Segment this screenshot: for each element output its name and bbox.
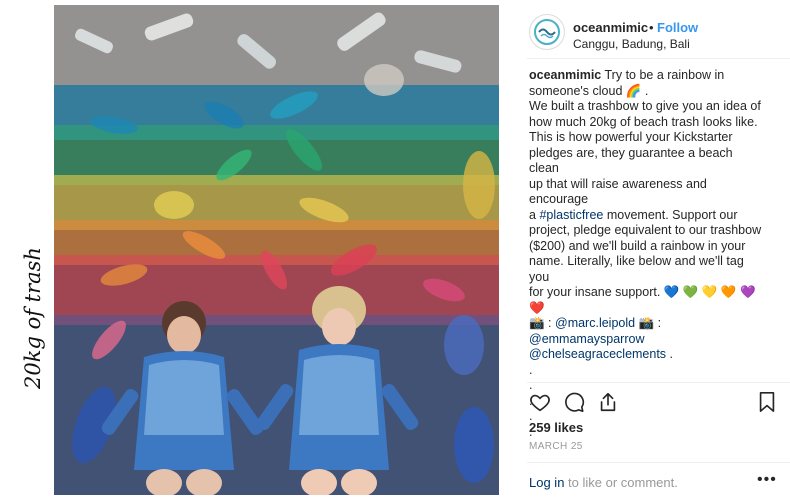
post-header: oceanmimic • Follow Canggu, Badung, Bali — [527, 8, 790, 54]
bookmark-icon[interactable] — [756, 391, 778, 413]
caption-line: . — [669, 347, 674, 361]
instagram-post: 20kg of trash oceanmimic • Follow Canggu… — [0, 0, 790, 502]
follow-button[interactable]: Follow — [657, 20, 698, 35]
caption-line: This is how powerful your Kickstarter — [529, 130, 733, 144]
handwritten-side-caption: 20kg of trash — [8, 200, 48, 390]
caption-line: We built a trashbow to give you an idea … — [529, 99, 761, 113]
post-date[interactable]: MARCH 25 — [529, 441, 583, 452]
action-bar — [529, 391, 779, 415]
hashtag-link[interactable]: #plasticfree — [539, 208, 603, 222]
mention-link-marc[interactable]: @marc.leipold — [555, 316, 635, 330]
caption-line: ($200) and we'll build a rainbow in your — [529, 238, 746, 253]
comment-icon[interactable] — [563, 391, 585, 413]
caption-line: movement. Support our — [606, 207, 738, 222]
login-prompt: Log in to like or comment. — [529, 475, 678, 490]
footer-divider — [527, 462, 790, 463]
likes-count[interactable]: 259 likes — [529, 420, 583, 435]
caption-line: name. Literally, like below and we'll ta… — [529, 254, 744, 284]
post-caption: oceanmimic Try to be a rainbow in someon… — [529, 68, 765, 440]
separator-dot: • — [649, 20, 654, 35]
login-link[interactable]: Log in — [529, 475, 564, 490]
side-caption-text: 20kg of trash — [21, 247, 45, 389]
avatar[interactable] — [529, 14, 565, 50]
caption-username-link[interactable]: oceanmimic — [529, 68, 601, 82]
more-options-icon[interactable]: ••• — [757, 471, 777, 489]
login-prompt-text: to like or comment. — [568, 475, 678, 490]
camera-emoji: 📸 : — [638, 316, 662, 330]
caption-line: a — [529, 207, 536, 222]
caption-line: up that will raise awareness and encoura… — [529, 176, 707, 207]
caption-line: pledges are, they guarantee a beach clea… — [529, 145, 733, 176]
heart-icon[interactable] — [529, 391, 551, 413]
mention-link-emma[interactable]: @emmamaysparrow — [529, 332, 765, 348]
caption-line: Try to be a rainbow in — [604, 68, 725, 82]
mention-link-chelsea[interactable]: @chelseagraceclements — [529, 347, 666, 361]
share-icon[interactable] — [597, 391, 619, 413]
location-link[interactable]: Canggu, Badung, Bali — [573, 37, 690, 51]
caption-dot: . — [529, 362, 533, 377]
trash-rainbow-image — [54, 5, 499, 495]
caption-line: for your insane support. 💙 💚 💛 🧡 💜 ❤️ — [529, 285, 756, 315]
post-photo[interactable] — [54, 5, 499, 495]
oceanmimic-logo-icon — [534, 19, 560, 45]
header-divider — [527, 58, 790, 59]
caption-line: project, pledge equivalent to our trashb… — [529, 223, 762, 237]
caption-line: how much 20kg of beach trash looks like. — [529, 114, 758, 129]
camera-emoji: 📸 : — [529, 316, 552, 330]
caption-line: someone's cloud 🌈 . — [529, 83, 649, 98]
post-sidebar: oceanmimic • Follow Canggu, Badung, Bali… — [527, 0, 790, 502]
username-link[interactable]: oceanmimic — [573, 20, 648, 35]
actions-divider — [527, 382, 790, 383]
